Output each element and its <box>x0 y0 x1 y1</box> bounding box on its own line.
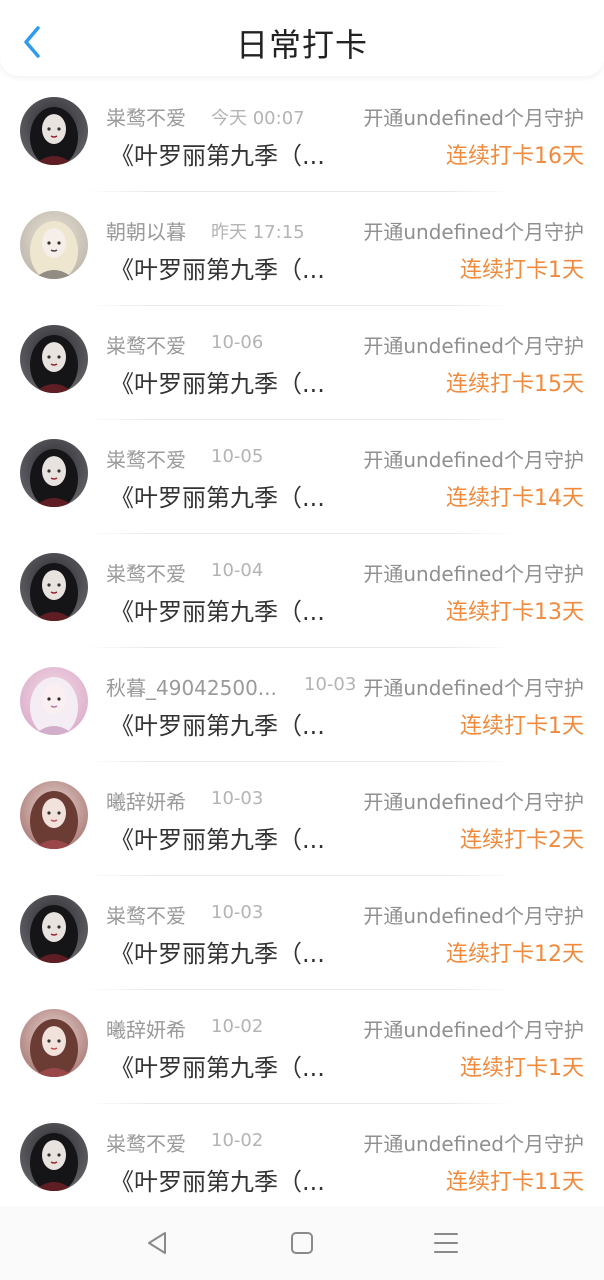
dark-avatar[interactable] <box>20 325 88 393</box>
user-name[interactable]: 秋暮_49042500... <box>106 672 286 701</box>
checkin-time: 10-03 <box>211 788 264 809</box>
streak-text: 连续打卡15天 <box>446 372 584 397</box>
user-name[interactable]: 粜鹜不爱 <box>106 444 202 473</box>
user-name[interactable]: 粜鹜不爱 <box>106 558 202 587</box>
guard-text: 开通undefined个月守护 <box>363 220 584 244</box>
guard-text: 开通undefined个月守护 <box>363 334 584 358</box>
book-title: 《叶罗丽第九季（... <box>110 712 325 740</box>
home-square-icon[interactable] <box>282 1226 322 1260</box>
checkin-time: 今天 00:07 <box>211 108 305 129</box>
guard-text: 开通undefined个月守护 <box>363 790 584 814</box>
list-item[interactable]: 粜鹜不爱 10-03 开通undefined个月守护 《叶罗丽第九季（... 连… <box>0 876 604 990</box>
user-name[interactable]: 曦辞妍希 <box>106 1014 202 1043</box>
user-name[interactable]: 粜鹜不爱 <box>106 330 202 359</box>
guard-text: 开通undefined个月守护 <box>363 1018 584 1042</box>
guard-text: 开通undefined个月守护 <box>363 1132 584 1156</box>
user-name[interactable]: 粜鹜不爱 <box>106 1128 202 1157</box>
guard-text: 开通undefined个月守护 <box>363 562 584 586</box>
rose-avatar[interactable] <box>20 781 88 849</box>
book-title: 《叶罗丽第九季（... <box>110 1054 325 1082</box>
list-item[interactable]: 秋暮_49042500... 10-03 开通undefined个月守护 《叶罗… <box>0 648 604 762</box>
app-header: 日常打卡 <box>0 0 604 76</box>
streak-text: 连续打卡13天 <box>446 600 584 625</box>
user-name[interactable]: 朝朝以暮 <box>106 216 202 245</box>
streak-text: 连续打卡1天 <box>460 714 584 739</box>
list-item[interactable]: 粜鹜不爱 10-04 开通undefined个月守护 《叶罗丽第九季（... 连… <box>0 534 604 648</box>
checkin-time: 10-02 <box>211 1130 264 1151</box>
checkin-list: 粜鹜不爱 今天 00:07 开通undefined个月守护 《叶罗丽第九季（..… <box>0 78 604 1218</box>
page-title: 日常打卡 <box>235 26 368 64</box>
streak-text: 连续打卡1天 <box>460 1056 584 1081</box>
checkin-time: 10-04 <box>211 560 264 581</box>
guard-text: 开通undefined个月守护 <box>363 904 584 928</box>
streak-text: 连续打卡11天 <box>446 1170 584 1195</box>
book-title: 《叶罗丽第九季（... <box>110 370 325 398</box>
user-name[interactable]: 曦辞妍希 <box>106 786 202 815</box>
user-name[interactable]: 粜鹜不爱 <box>106 102 202 131</box>
dark-avatar[interactable] <box>20 1123 88 1191</box>
list-item[interactable]: 粜鹜不爱 10-06 开通undefined个月守护 《叶罗丽第九季（... 连… <box>0 306 604 420</box>
menu-lines-icon[interactable] <box>426 1226 466 1260</box>
dark-avatar[interactable] <box>20 895 88 963</box>
list-item[interactable]: 粜鹜不爱 10-02 开通undefined个月守护 《叶罗丽第九季（... 连… <box>0 1104 604 1218</box>
pink-avatar[interactable] <box>20 667 88 735</box>
checkin-time: 昨天 17:15 <box>211 222 305 243</box>
guard-text: 开通undefined个月守护 <box>363 676 584 700</box>
streak-text: 连续打卡1天 <box>460 258 584 283</box>
list-item[interactable]: 粜鹜不爱 10-05 开通undefined个月守护 《叶罗丽第九季（... 连… <box>0 420 604 534</box>
streak-text: 连续打卡16天 <box>446 144 584 169</box>
book-title: 《叶罗丽第九季（... <box>110 598 325 626</box>
book-title: 《叶罗丽第九季（... <box>110 826 325 854</box>
streak-text: 连续打卡12天 <box>446 942 584 967</box>
streak-text: 连续打卡2天 <box>460 828 584 853</box>
dark-avatar[interactable] <box>20 553 88 621</box>
checkin-time: 10-03 <box>211 902 264 923</box>
streak-text: 连续打卡14天 <box>446 486 584 511</box>
book-title: 《叶罗丽第九季（... <box>110 142 325 170</box>
back-triangle-icon[interactable] <box>137 1226 177 1260</box>
dark-avatar[interactable] <box>20 439 88 507</box>
list-item[interactable]: 朝朝以暮 昨天 17:15 开通undefined个月守护 《叶罗丽第九季（..… <box>0 192 604 306</box>
checkin-time: 10-05 <box>211 446 264 467</box>
dark-avatar[interactable] <box>20 97 88 165</box>
guard-text: 开通undefined个月守护 <box>363 448 584 472</box>
checkin-time: 10-06 <box>211 332 264 353</box>
guard-text: 开通undefined个月守护 <box>363 106 584 130</box>
user-name[interactable]: 粜鹜不爱 <box>106 900 202 929</box>
list-item[interactable]: 曦辞妍希 10-03 开通undefined个月守护 《叶罗丽第九季（... 连… <box>0 762 604 876</box>
book-title: 《叶罗丽第九季（... <box>110 1168 325 1196</box>
checkin-time: 10-02 <box>211 1016 264 1037</box>
checkin-time: 10-03 <box>304 674 357 695</box>
book-title: 《叶罗丽第九季（... <box>110 484 325 512</box>
list-item[interactable]: 粜鹜不爱 今天 00:07 开通undefined个月守护 《叶罗丽第九季（..… <box>0 78 604 192</box>
rose-avatar[interactable] <box>20 1009 88 1077</box>
book-title: 《叶罗丽第九季（... <box>110 940 325 968</box>
light-avatar[interactable] <box>20 211 88 279</box>
system-nav-bar <box>0 1206 604 1280</box>
list-item[interactable]: 曦辞妍希 10-02 开通undefined个月守护 《叶罗丽第九季（... 连… <box>0 990 604 1104</box>
book-title: 《叶罗丽第九季（... <box>110 256 325 284</box>
